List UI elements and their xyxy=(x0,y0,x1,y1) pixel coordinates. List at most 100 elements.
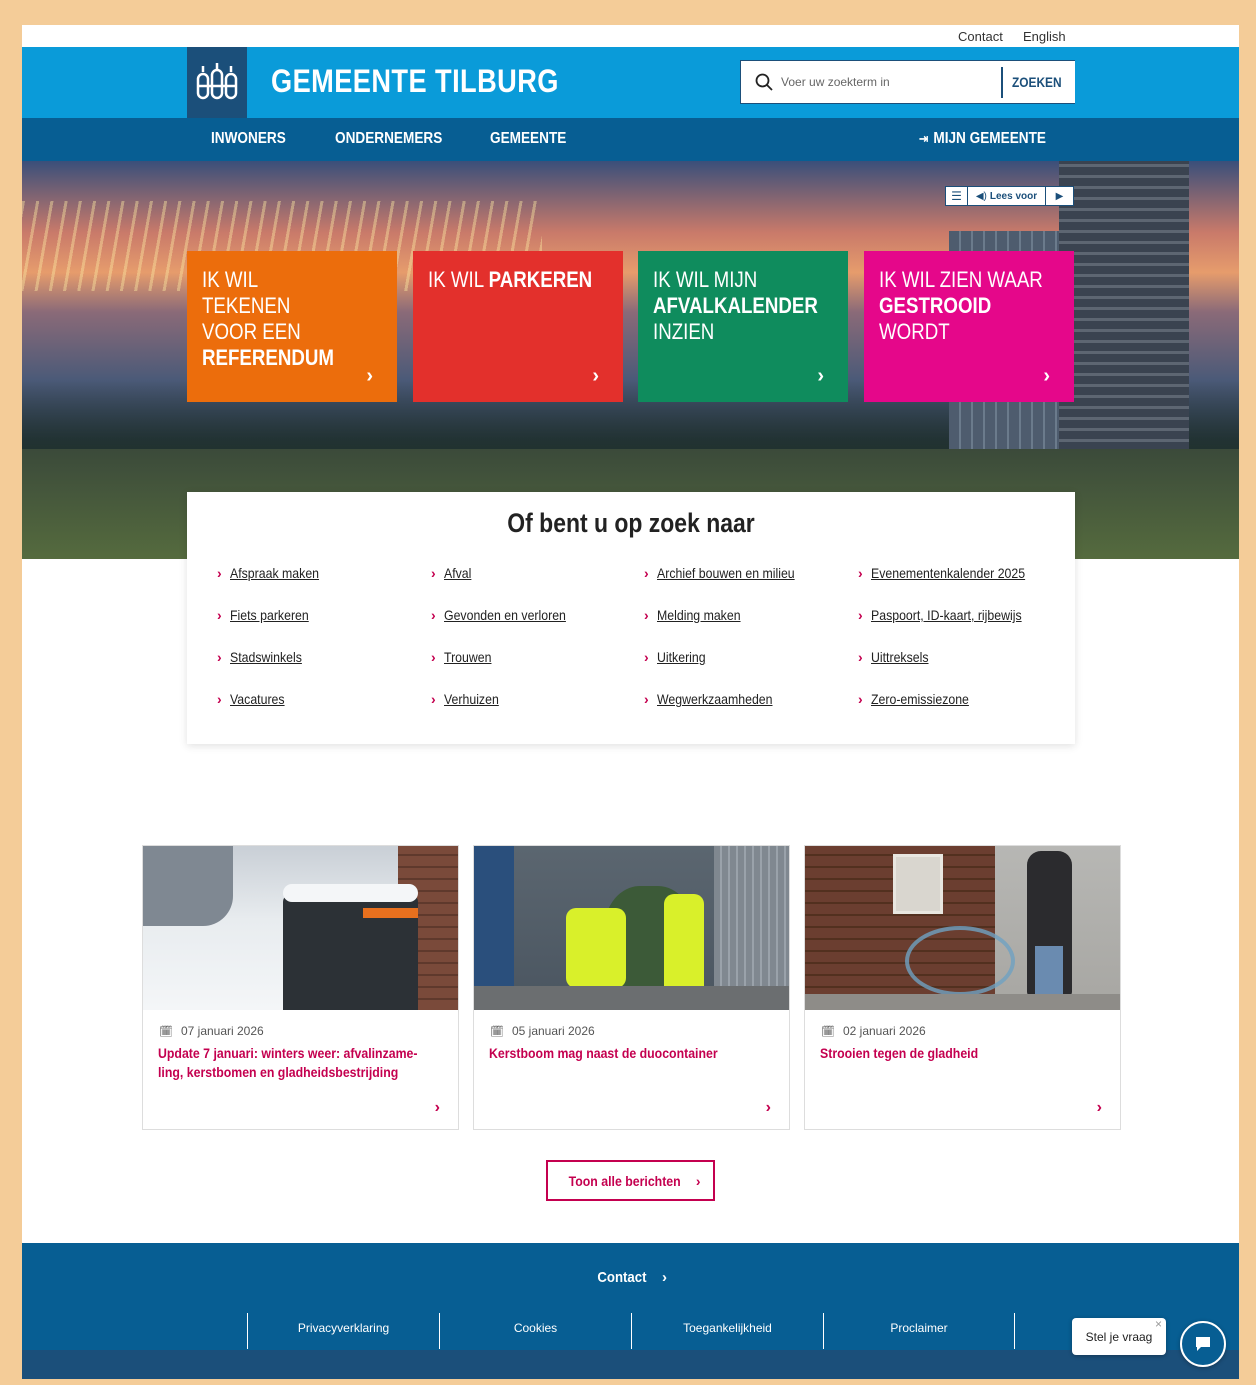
chevron-right-icon: › xyxy=(431,607,436,623)
logo[interactable] xyxy=(187,47,247,118)
quick-link[interactable]: › Uittreksels xyxy=(858,649,936,665)
chevron-right-icon: › xyxy=(431,691,436,707)
quick-link[interactable]: › Afspraak maken xyxy=(217,565,331,581)
news-date-text: 07 januari 2026 xyxy=(180,1024,264,1038)
quick-link[interactable]: › Uitkering xyxy=(644,649,712,665)
chevron-right-icon: › xyxy=(765,1099,771,1116)
chevron-right-icon: › xyxy=(592,365,599,387)
quick-link-label: Fiets parkeren xyxy=(229,607,309,623)
search-button-label: ZOEKEN xyxy=(1011,74,1062,90)
news-title[interactable]: Kerstboom mag naast de duocontainer xyxy=(489,1044,753,1063)
quick-link[interactable]: › Vacatures xyxy=(217,691,292,707)
search-input[interactable] xyxy=(781,71,991,93)
tile-gestrooid-bold: GESTROOID xyxy=(879,293,992,318)
footer-link-proclaimer[interactable]: Proclaimer xyxy=(823,1313,1015,1349)
quick-link-label: Afspraak maken xyxy=(229,565,319,581)
login-icon: ⇥ xyxy=(919,131,929,146)
quick-link-label: Vacatures xyxy=(229,691,285,707)
quick-link-label: Afval xyxy=(443,565,472,581)
tile-afvalkalender-light: IK WIL MIJN xyxy=(653,267,758,292)
news-card[interactable]: 🗓 05 januari 2026 Kerstboom mag naast de … xyxy=(473,845,790,1130)
tile-afvalkalender-bold: AFVALKALENDER xyxy=(653,293,818,318)
chevron-right-icon: › xyxy=(858,607,863,623)
quick-link-label: Melding maken xyxy=(656,607,741,623)
search-button[interactable]: ZOEKEN xyxy=(1007,61,1075,103)
quick-link[interactable]: › Gevonden en verloren xyxy=(431,607,582,623)
chevron-right-icon: › xyxy=(217,607,222,623)
quick-link-label: Trouwen xyxy=(443,649,492,665)
play-icon: ▶ xyxy=(1055,190,1064,202)
show-all-news-button[interactable]: Toon alle berichten › xyxy=(546,1160,715,1201)
quick-link[interactable]: › Fiets parkeren xyxy=(217,607,319,623)
tile-gestrooid-light2: WORDT xyxy=(879,319,950,344)
news-date: 🗓 05 januari 2026 xyxy=(490,1024,595,1038)
show-all-news-label: Toon alle berichten xyxy=(568,1172,681,1189)
news-title[interactable]: Update 7 januari: winters weer: afvalinz… xyxy=(158,1044,422,1082)
chevron-right-icon: › xyxy=(217,691,222,707)
close-icon[interactable]: × xyxy=(1155,1317,1162,1331)
calendar-icon: 🗓 xyxy=(490,1025,504,1038)
chevron-right-icon: › xyxy=(695,1172,701,1189)
site-brand[interactable]: GEMEENTE TILBURG xyxy=(271,63,559,100)
chevron-right-icon: › xyxy=(366,365,373,387)
tile-gestrooid[interactable]: IK WIL ZIEN WAAR GESTROOID WORDT › xyxy=(864,251,1074,402)
tile-parkeren[interactable]: IK WIL PARKEREN › xyxy=(413,251,623,402)
quick-link[interactable]: › Zero-emissiezone xyxy=(858,691,982,707)
quick-link[interactable]: › Afval xyxy=(431,565,475,581)
read-aloud-label: Lees voor xyxy=(989,190,1038,202)
read-aloud-menu-button[interactable]: ☰ xyxy=(946,187,968,205)
utility-english-link[interactable]: English xyxy=(1023,29,1066,44)
footer-link-toegankelijkheid[interactable]: Toegankelijkheid xyxy=(631,1313,823,1349)
nav-item-ondernemers[interactable]: ONDERNEMERS xyxy=(335,130,442,148)
chevron-right-icon: › xyxy=(644,565,649,581)
quick-link[interactable]: › Evenementenkalender 2025 xyxy=(858,565,1046,581)
search-separator xyxy=(1001,67,1003,98)
nav-item-inwoners[interactable]: INWONERS xyxy=(211,130,286,148)
quick-link[interactable]: › Trouwen xyxy=(431,649,498,665)
menu-icon: ☰ xyxy=(951,189,962,203)
chevron-right-icon: › xyxy=(1043,365,1050,387)
quick-link[interactable]: › Stadswinkels xyxy=(217,649,311,665)
nav-item-gemeente[interactable]: GEMEENTE xyxy=(490,130,566,148)
news-card[interactable]: 🗓 02 januari 2026 Strooien tegen de gladh… xyxy=(804,845,1121,1130)
tilburg-logo-icon xyxy=(196,62,238,99)
footer-link-cookies[interactable]: Cookies xyxy=(439,1313,631,1349)
footer-contact-link[interactable]: Contact › xyxy=(22,1269,1239,1286)
quick-link[interactable]: › Archief bouwen en milieu xyxy=(644,565,813,581)
chevron-right-icon: › xyxy=(662,1269,667,1286)
read-aloud-play-button[interactable]: ▶ xyxy=(1046,187,1073,205)
utility-bar: Contact English xyxy=(22,25,1239,47)
site-header: GEMEENTE TILBURG ZOEKEN xyxy=(22,47,1239,118)
quick-links-panel: Of bent u op zoek naar › Afspraak maken › A… xyxy=(187,492,1075,744)
quick-link-label: Uitkering xyxy=(656,649,706,665)
tile-afvalkalender[interactable]: IK WIL MIJN AFVALKALENDER INZIEN › xyxy=(638,251,848,402)
quick-link[interactable]: › Melding maken xyxy=(644,607,752,623)
tile-afvalkalender-text: IK WIL MIJN AFVALKALENDER INZIEN xyxy=(653,267,849,345)
quick-link-label: Archief bouwen en milieu xyxy=(656,565,795,581)
chevron-right-icon: › xyxy=(431,649,436,665)
quick-link-label: Evenementenkalender 2025 xyxy=(870,565,1025,581)
quick-link-label: Zero-emissiezone xyxy=(870,691,969,707)
footer-link-privacy[interactable]: Privacyverklaring xyxy=(247,1313,439,1349)
quick-link[interactable]: › Verhuizen xyxy=(431,691,506,707)
quick-link-label: Verhuizen xyxy=(443,691,499,707)
tile-referendum-light: IK WIL TEKENEN VOOR EEN xyxy=(202,267,301,344)
tile-gestrooid-light: IK WIL ZIEN WAAR xyxy=(879,267,1043,292)
read-aloud-button[interactable]: ◀) Lees voor xyxy=(968,187,1046,205)
news-card[interactable]: 🗓 07 januari 2026 Update 7 januari: winte… xyxy=(142,845,459,1130)
chevron-right-icon: › xyxy=(217,649,222,665)
search-bar: ZOEKEN xyxy=(740,60,1075,104)
chat-prompt-label: Stel je vraag xyxy=(1085,1329,1153,1344)
chevron-right-icon: › xyxy=(1096,1099,1102,1116)
chat-prompt[interactable]: Stel je vraag × xyxy=(1072,1317,1166,1355)
quick-link[interactable]: › Paspoort, ID-kaart, rijbewijs xyxy=(858,607,1042,623)
news-date: 🗓 07 januari 2026 xyxy=(159,1024,264,1038)
tile-referendum[interactable]: IK WIL TEKENEN VOOR EEN REFERENDUM › xyxy=(187,251,397,402)
news-title[interactable]: Strooien tegen de gladheid xyxy=(820,1044,1084,1063)
tile-gestrooid-text: IK WIL ZIEN WAAR GESTROOID WORDT xyxy=(879,267,1075,345)
utility-contact-link[interactable]: Contact xyxy=(958,29,1003,44)
quick-link-label: Stadswinkels xyxy=(229,649,302,665)
mijn-gemeente-link[interactable]: ⇥ MIJN GEMEENTE xyxy=(919,130,1046,148)
quick-link[interactable]: › Wegwerkzaamheden xyxy=(644,691,788,707)
chat-button[interactable] xyxy=(1180,1321,1226,1367)
